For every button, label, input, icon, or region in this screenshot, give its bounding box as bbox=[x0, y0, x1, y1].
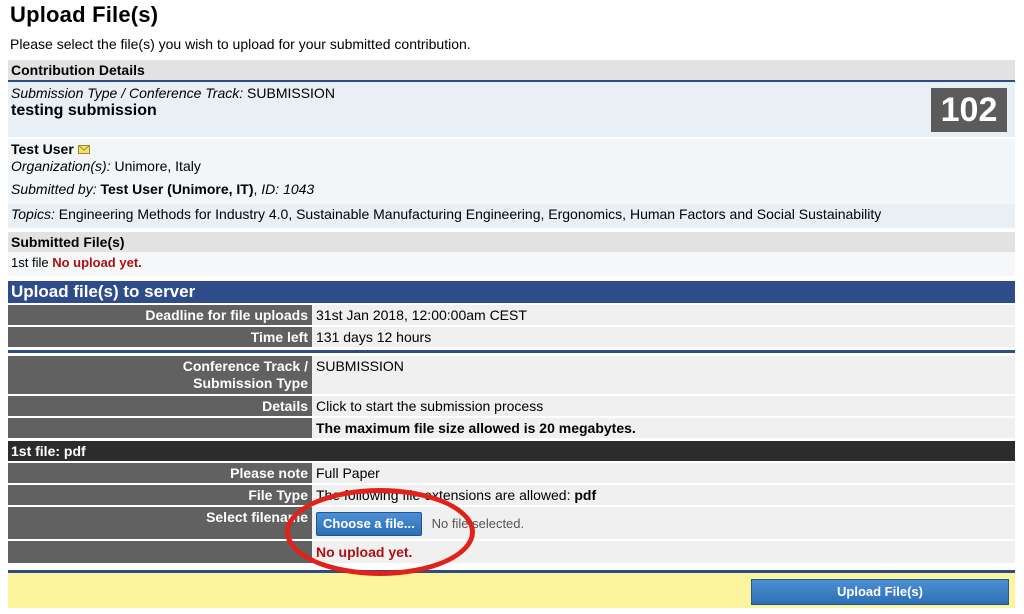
file-status: No upload yet. bbox=[52, 255, 142, 270]
note-value: Full Paper bbox=[312, 463, 1015, 485]
org-label: Organization(s): bbox=[11, 158, 111, 174]
upload-files-button[interactable]: Upload File(s) bbox=[751, 579, 1009, 605]
time-left-value: 131 days 12 hours bbox=[312, 327, 1015, 349]
upload-section-header: Upload file(s) to server bbox=[8, 281, 1015, 303]
note-label: Please note bbox=[8, 463, 312, 485]
choose-file-button[interactable]: Choose a file... bbox=[316, 512, 422, 536]
file-type-label: File Type bbox=[8, 485, 312, 507]
deadline-row: Deadline for file uploads 31st Jan 2018,… bbox=[8, 305, 1015, 327]
id-value: 1043 bbox=[283, 181, 315, 197]
submitted-files-header: Submitted File(s) bbox=[8, 232, 1015, 252]
file-section-header: 1st file: pdf bbox=[8, 441, 1015, 461]
file-label: 1st file bbox=[11, 255, 49, 270]
no-file-selected-text: No file selected. bbox=[431, 516, 525, 531]
submitted-files-list: 1st file No upload yet. bbox=[8, 252, 1015, 276]
type-label: Submission Type / Conference Track: bbox=[11, 85, 244, 101]
details-label: Details bbox=[8, 396, 312, 418]
deadline-label: Deadline for file uploads bbox=[8, 305, 312, 327]
track-row: Conference Track / Submission Type SUBMI… bbox=[8, 356, 1015, 396]
track-label-line1: Conference Track / bbox=[182, 358, 308, 374]
type-value: SUBMISSION bbox=[247, 85, 335, 101]
select-file-row: Select filename Choose a file... No file… bbox=[8, 507, 1015, 541]
org-value: Unimore, Italy bbox=[114, 158, 201, 174]
topics-label: Topics: bbox=[11, 206, 55, 222]
select-filename-label: Select filename bbox=[8, 507, 312, 541]
contribution-summary: Submission Type / Conference Track: SUBM… bbox=[8, 82, 1015, 137]
time-left-row: Time left 131 days 12 hours bbox=[8, 327, 1015, 349]
divider bbox=[8, 350, 1015, 353]
author-name[interactable]: Test User bbox=[11, 141, 74, 157]
max-size-row: The maximum file size allowed is 20 mega… bbox=[8, 418, 1015, 440]
submitted-by-label: Submitted by: bbox=[11, 181, 97, 197]
file-type-ext: pdf bbox=[574, 487, 597, 503]
track-label-line2: Submission Type bbox=[193, 375, 308, 391]
upload-status: No upload yet. bbox=[312, 541, 1015, 565]
note-row: Please note Full Paper bbox=[8, 463, 1015, 485]
file-type-value: The following file extensions are allowe… bbox=[316, 487, 571, 503]
id-label: ID: bbox=[261, 181, 280, 197]
footer-bar: Upload File(s) bbox=[8, 570, 1015, 608]
details-row: Details Click to start the submission pr… bbox=[8, 396, 1015, 418]
file-type-row: File Type The following file extensions … bbox=[8, 485, 1015, 507]
author-info: Test User Organization(s): Unimore, Ital… bbox=[8, 139, 1015, 229]
submitted-by-value: Test User (Unimore, IT) bbox=[100, 181, 254, 197]
page-title: Upload File(s) bbox=[10, 2, 159, 27]
mail-icon[interactable] bbox=[77, 144, 90, 154]
details-value: Click to start the submission process bbox=[312, 396, 1015, 418]
topics-value: Engineering Methods for Industry 4.0, Su… bbox=[58, 206, 882, 222]
max-size-note: The maximum file size allowed is 20 mega… bbox=[312, 418, 1015, 440]
upload-status-row: No upload yet. bbox=[8, 541, 1015, 565]
deadline-value: 31st Jan 2018, 12:00:00am CEST bbox=[312, 305, 1015, 327]
submission-title: testing submission bbox=[11, 102, 157, 119]
contribution-details-header: Contribution Details bbox=[8, 60, 1015, 80]
contribution-number-badge: 102 bbox=[931, 88, 1007, 132]
time-left-label: Time left bbox=[8, 327, 312, 349]
page-intro: Please select the file(s) you wish to up… bbox=[10, 36, 471, 52]
track-value: SUBMISSION bbox=[312, 356, 1015, 396]
